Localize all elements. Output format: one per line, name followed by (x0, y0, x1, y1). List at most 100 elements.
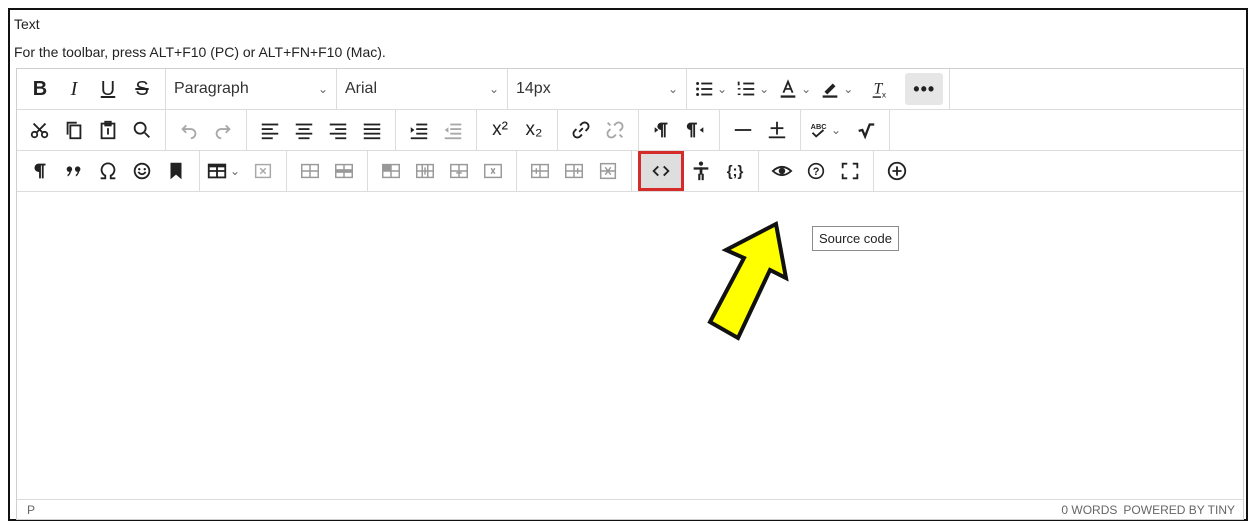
align-right-button[interactable] (321, 114, 355, 146)
clear-formatting-icon: Tx (872, 81, 887, 99)
special-character-button[interactable] (91, 155, 125, 187)
indent-button[interactable] (402, 114, 436, 146)
table-row-group (287, 151, 369, 191)
add-content-group (874, 151, 920, 191)
emoticons-button[interactable] (125, 155, 159, 187)
table-cell-props-button[interactable] (374, 155, 408, 187)
table-merge-icon (565, 163, 584, 179)
bullet-list-icon (696, 82, 713, 96)
scissors-icon (30, 122, 49, 139)
table-column-after-icon (450, 163, 469, 179)
table-group: ⌄ (200, 151, 288, 191)
chevron-down-icon: ⌄ (717, 82, 728, 96)
show-blocks-button[interactable] (23, 155, 57, 187)
table-delete-row-icon (599, 162, 617, 180)
delete-table-button[interactable] (246, 155, 280, 187)
element-path[interactable]: P (27, 503, 35, 517)
table-column-before-icon (416, 163, 435, 179)
plus-minus-button[interactable] (760, 114, 794, 146)
accessibility-checker-button[interactable] (684, 155, 718, 187)
unlink-button[interactable] (598, 114, 632, 146)
align-center-button[interactable] (287, 114, 321, 146)
ltr-button[interactable] (645, 114, 679, 146)
anchor-button[interactable] (159, 155, 193, 187)
powered-by-link[interactable]: POWERED BY TINY (1123, 503, 1235, 517)
code-sample-button[interactable]: {;} (718, 155, 752, 187)
insert-link-button[interactable] (564, 114, 598, 146)
add-content-button[interactable] (880, 155, 914, 187)
help-button[interactable]: ? (799, 155, 833, 187)
font-size-select[interactable]: 14px ⌄ (508, 73, 686, 105)
font-family-group: Arial ⌄ (337, 69, 508, 109)
source-code-button[interactable] (638, 151, 685, 191)
table-delete-icon (254, 163, 272, 179)
table-delete-column-icon (484, 163, 503, 179)
horizontal-line-icon (734, 129, 752, 131)
numbered-list-icon (737, 81, 755, 96)
bookmark-icon (170, 162, 182, 180)
accessibility-icon (693, 161, 709, 181)
clear-formatting-button[interactable]: Tx (863, 73, 897, 105)
text-color-icon (780, 79, 796, 98)
bold-button[interactable]: B (23, 73, 57, 105)
rtl-button[interactable] (679, 114, 713, 146)
insert-column-before-button[interactable] (408, 155, 442, 187)
subscript-button[interactable]: x₂ (517, 114, 551, 146)
delete-row-button[interactable] (591, 155, 625, 187)
table-cell-icon (382, 163, 401, 179)
link-group (558, 110, 639, 150)
editor-content-area[interactable] (17, 192, 1243, 503)
toolbar-row-2: x² x₂ ABC ⌄ (17, 110, 1243, 151)
cut-button[interactable] (23, 114, 57, 146)
insert-row-before-button[interactable] (293, 155, 327, 187)
bullet-list-button[interactable]: ⌄ (693, 73, 727, 105)
clipboard-icon (100, 120, 116, 140)
insert-row-after-button[interactable] (327, 155, 361, 187)
align-justify-button[interactable] (355, 114, 389, 146)
strikethrough-button[interactable]: S (125, 73, 159, 105)
unlink-icon (606, 121, 624, 139)
align-right-icon (329, 123, 347, 140)
plus-circle-icon (887, 161, 907, 181)
merge-cell-button[interactable] (557, 155, 591, 187)
redo-button[interactable] (206, 114, 240, 146)
blockquote-button[interactable] (57, 155, 91, 187)
underline-button[interactable]: U (91, 73, 125, 105)
horizontal-line-button[interactable] (726, 114, 760, 146)
table-row-after-icon (335, 163, 354, 179)
highlighter-icon (822, 83, 838, 98)
insert-column-after-button[interactable] (442, 155, 476, 187)
block-format-select[interactable]: Paragraph ⌄ (166, 73, 336, 105)
table-button[interactable]: ⌄ (206, 155, 240, 187)
paste-button[interactable] (91, 114, 125, 146)
text-color-button[interactable]: ⌄ (777, 73, 811, 105)
word-count[interactable]: 0 WORDS (1061, 503, 1117, 517)
find-replace-button[interactable] (125, 114, 159, 146)
font-family-select[interactable]: Arial ⌄ (337, 73, 507, 105)
left-to-right-icon (654, 122, 668, 138)
preview-button[interactable] (765, 155, 799, 187)
fullscreen-button[interactable] (833, 155, 867, 187)
right-to-left-icon (686, 122, 704, 138)
text-field-frame: Text For the toolbar, press ALT+F10 (PC)… (8, 8, 1248, 521)
highlight-color-button[interactable]: ⌄ (819, 73, 853, 105)
font-size-value: 14px (516, 80, 551, 97)
spellcheck-button[interactable]: ABC ⌄ (807, 114, 841, 146)
numbered-list-button[interactable]: ⌄ (735, 73, 769, 105)
list-color-group: ⌄ ⌄ ⌄ ⌄ Tx ••• (687, 69, 951, 109)
italic-button[interactable]: I (57, 73, 91, 105)
split-cell-button[interactable] (523, 155, 557, 187)
more-button[interactable]: ••• (905, 73, 944, 105)
outdent-button[interactable] (436, 114, 470, 146)
math-button[interactable] (849, 114, 883, 146)
chevron-down-icon: ⌄ (759, 82, 770, 96)
align-left-button[interactable] (253, 114, 287, 146)
special-insert-group (17, 151, 200, 191)
copy-button[interactable] (57, 114, 91, 146)
undo-button[interactable] (172, 114, 206, 146)
superscript-button[interactable]: x² (483, 114, 517, 146)
delete-column-button[interactable] (476, 155, 510, 187)
chevron-down-icon: ⌄ (317, 82, 328, 96)
chevron-down-icon: ⌄ (667, 82, 678, 96)
field-label: Text (14, 16, 40, 32)
